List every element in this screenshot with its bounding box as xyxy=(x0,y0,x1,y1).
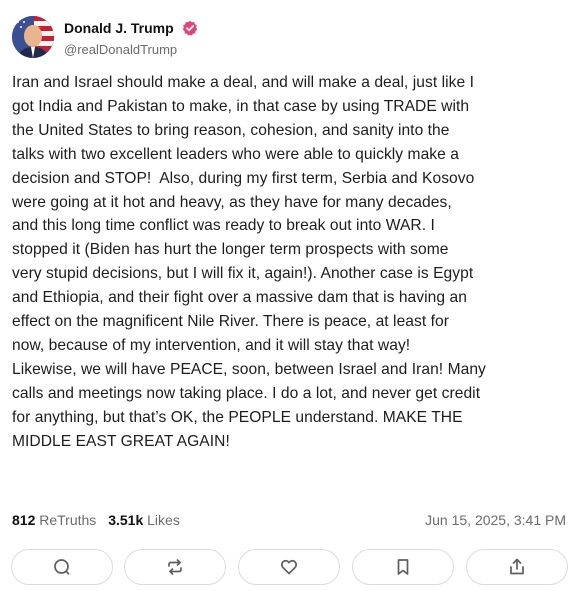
heart-icon xyxy=(280,559,298,575)
reply-button[interactable] xyxy=(11,549,113,585)
avatar[interactable] xyxy=(12,16,54,58)
verified-badge-icon xyxy=(182,20,198,36)
likes-stat[interactable]: 3.51k Likes xyxy=(108,512,180,528)
author-handle[interactable]: @realDonaldTrump xyxy=(64,42,177,57)
post-stats: 812 ReTruths 3.51k Likes Jun 15, 2025, 3… xyxy=(12,512,568,532)
author-name[interactable]: Donald J. Trump xyxy=(64,20,174,36)
author-name-row[interactable]: Donald J. Trump xyxy=(64,20,198,36)
bookmark-button[interactable] xyxy=(352,549,454,585)
action-bar xyxy=(11,549,571,587)
likes-count: 3.51k xyxy=(108,512,144,528)
share-button[interactable] xyxy=(466,549,568,585)
retruth-icon xyxy=(168,559,182,575)
retruth-button[interactable] xyxy=(124,549,226,585)
reply-icon xyxy=(54,559,70,575)
bookmark-icon xyxy=(397,559,409,575)
like-button[interactable] xyxy=(238,549,340,585)
retruths-stat[interactable]: 812 ReTruths xyxy=(12,512,96,528)
post-timestamp[interactable]: Jun 15, 2025, 3:41 PM xyxy=(425,512,566,528)
retruths-label: ReTruths xyxy=(39,512,97,528)
likes-label: Likes xyxy=(147,512,180,528)
share-icon xyxy=(510,558,524,575)
retruths-count: 812 xyxy=(12,512,36,528)
post-text: Iran and Israel should make a deal, and … xyxy=(12,74,486,450)
post-header: Donald J. Trump @realDonaldTrump xyxy=(12,16,562,62)
